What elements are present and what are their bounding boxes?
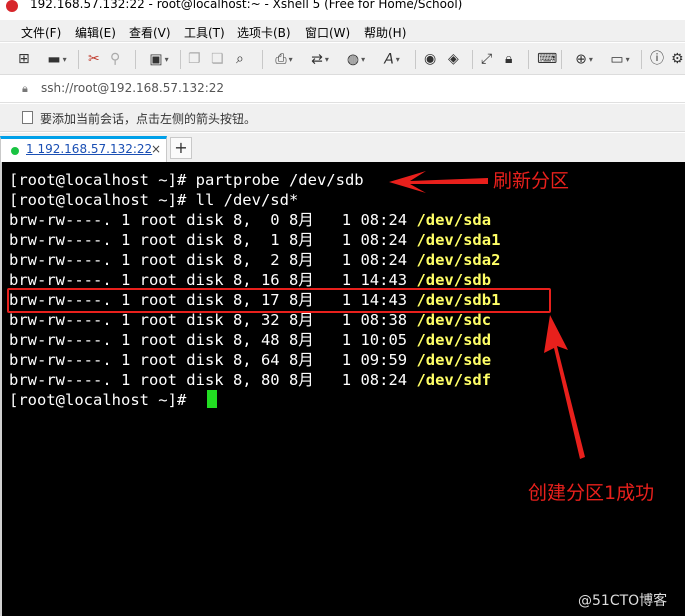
terminal-line: [root@localhost ~]# ll /dev/sd* — [9, 191, 299, 209]
terminal-prompt: [root@localhost ~]# — [9, 391, 196, 409]
menu-edit[interactable]: 编辑(E) — [75, 24, 116, 41]
fullscreen-icon[interactable]: ⤢ — [481, 51, 492, 68]
connected-status-icon — [11, 147, 19, 155]
hint-bar: 要添加当前会话，点击左侧的箭头按钮。 — [0, 104, 685, 132]
terminal-line: brw-rw----. 1 root disk 8, 48 8月 1 10:05… — [9, 331, 492, 349]
lock-icon[interactable]: 🔒︎ — [505, 51, 512, 68]
menu-tab[interactable]: 选项卡(B) — [237, 24, 291, 41]
find-icon[interactable]: ⌕ — [236, 51, 244, 68]
new-tab-button[interactable]: + — [170, 137, 192, 159]
paste-icon[interactable]: ❏ — [211, 51, 224, 68]
terminal-line: brw-rw----. 1 root disk 8, 1 8月 1 08:24 … — [9, 231, 501, 249]
settings-icon[interactable]: ⚙ — [671, 51, 684, 68]
menu-help[interactable]: 帮助(H) — [364, 24, 406, 41]
xshell-app-icon — [6, 0, 18, 12]
address-bar[interactable]: 🔒︎ ssh://root@192.168.57.132:22 — [0, 76, 685, 103]
tab-bar: 1 192.168.57.132:22 × + — [0, 133, 685, 162]
terminal-line: brw-rw----. 1 root disk 8, 32 8月 1 08:38… — [9, 311, 492, 329]
reconnect-icon[interactable]: ⚲ — [110, 51, 120, 68]
keyboard-icon[interactable]: ⌨ — [537, 51, 557, 68]
document-icon — [22, 111, 33, 124]
menu-view[interactable]: 查看(V) — [129, 24, 171, 41]
terminal-line: brw-rw----. 1 root disk 8, 2 8月 1 08:24 … — [9, 251, 501, 269]
tab-label[interactable]: 1 192.168.57.132:22 — [26, 142, 152, 156]
title-bar: 192.168.57.132:22 - root@localhost:~ - X… — [0, 0, 685, 14]
xftp-icon[interactable]: ◉ — [424, 51, 436, 68]
session-url[interactable]: ssh://root@192.168.57.132:22 — [41, 81, 224, 95]
lock-icon: 🔒︎ — [22, 82, 28, 95]
terminal-line: brw-rw----. 1 root disk 8, 64 8月 1 09:59… — [9, 351, 492, 369]
watermark: @51CTO博客 — [578, 593, 668, 609]
layout-icon[interactable]: ▭ ▾ — [606, 51, 634, 68]
print-icon[interactable]: ⎙ ▾ — [270, 51, 298, 68]
window-title: 192.168.57.132:22 - root@localhost:~ - X… — [30, 0, 463, 11]
compose-icon[interactable]: ⊕ ▾ — [570, 51, 598, 68]
annotation-created: 创建分区1成功 — [528, 482, 655, 504]
menu-file[interactable]: 文件(F) — [21, 24, 61, 41]
disconnect-icon[interactable]: ✂ — [88, 51, 100, 68]
new-session-icon[interactable]: ⊞ — [18, 51, 30, 68]
terminal-line: brw-rw----. 1 root disk 8, 16 8月 1 14:43… — [9, 271, 492, 289]
hint-text: 要添加当前会话，点击左侧的箭头按钮。 — [40, 112, 257, 126]
annotation-refresh: 刷新分区 — [493, 170, 570, 192]
terminal-line: brw-rw----. 1 root disk 8, 0 8月 1 08:24 … — [9, 211, 492, 229]
terminal[interactable]: [root@localhost ~]# partprobe /dev/sdb [… — [0, 162, 685, 616]
toolbar: ⊞ ▬ ▾ ✂ ⚲ ▣ ▾ ❐ ❏ ⌕ ⎙ ▾ ⇄ ▾ ◍ ▾ A ▾ ◉ ◈ ⤢ 🔒︎ ⌨… — [0, 43, 685, 75]
menu-window[interactable]: 窗口(W) — [305, 24, 350, 41]
transfer-icon[interactable]: ⇄ ▾ — [306, 51, 334, 68]
menu-bar: 文件(F) 编辑(E) 查看(V) 工具(T) 选项卡(B) 窗口(W) 帮助(… — [0, 20, 685, 42]
close-icon[interactable]: × — [151, 142, 161, 156]
help-icon[interactable]: ⓘ — [650, 51, 664, 68]
xagent-icon[interactable]: ◈ — [448, 51, 459, 68]
terminal-line: [root@localhost ~]# partprobe /dev/sdb — [9, 171, 364, 189]
terminal-line: brw-rw----. 1 root disk 8, 80 8月 1 08:24… — [9, 371, 492, 389]
copy-icon[interactable]: ❐ — [188, 51, 201, 68]
open-folder-icon[interactable]: ▬ ▾ — [43, 51, 71, 68]
tab-session[interactable]: 1 192.168.57.132:22 × — [0, 136, 167, 162]
properties-icon[interactable]: ▣ ▾ — [145, 51, 173, 68]
globe-icon[interactable]: ◍ ▾ — [342, 51, 370, 68]
font-icon[interactable]: A ▾ — [378, 51, 406, 68]
highlight-box-sdb1 — [7, 288, 551, 313]
terminal-cursor — [207, 390, 217, 408]
menu-tools[interactable]: 工具(T) — [184, 24, 225, 41]
